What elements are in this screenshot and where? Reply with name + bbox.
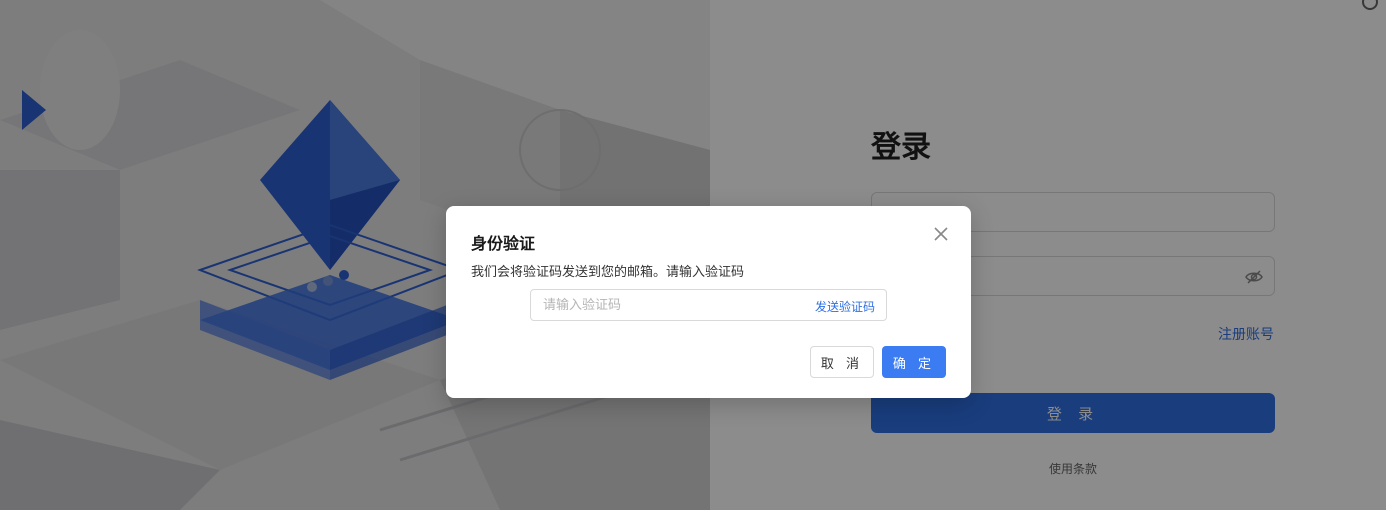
verification-code-input[interactable]	[531, 290, 801, 320]
verification-dialog: 身份验证 我们会将验证码发送到您的邮箱。请输入验证码 发送验证码 取 消 确 定	[446, 206, 971, 398]
verification-code-field: 发送验证码	[530, 289, 887, 321]
confirm-button[interactable]: 确 定	[882, 346, 946, 378]
cancel-button[interactable]: 取 消	[810, 346, 874, 378]
send-code-link[interactable]: 发送验证码	[815, 298, 875, 315]
close-icon[interactable]	[931, 224, 951, 244]
dialog-title: 身份验证	[471, 234, 536, 253]
dialog-description: 我们会将验证码发送到您的邮箱。请输入验证码	[471, 265, 745, 280]
